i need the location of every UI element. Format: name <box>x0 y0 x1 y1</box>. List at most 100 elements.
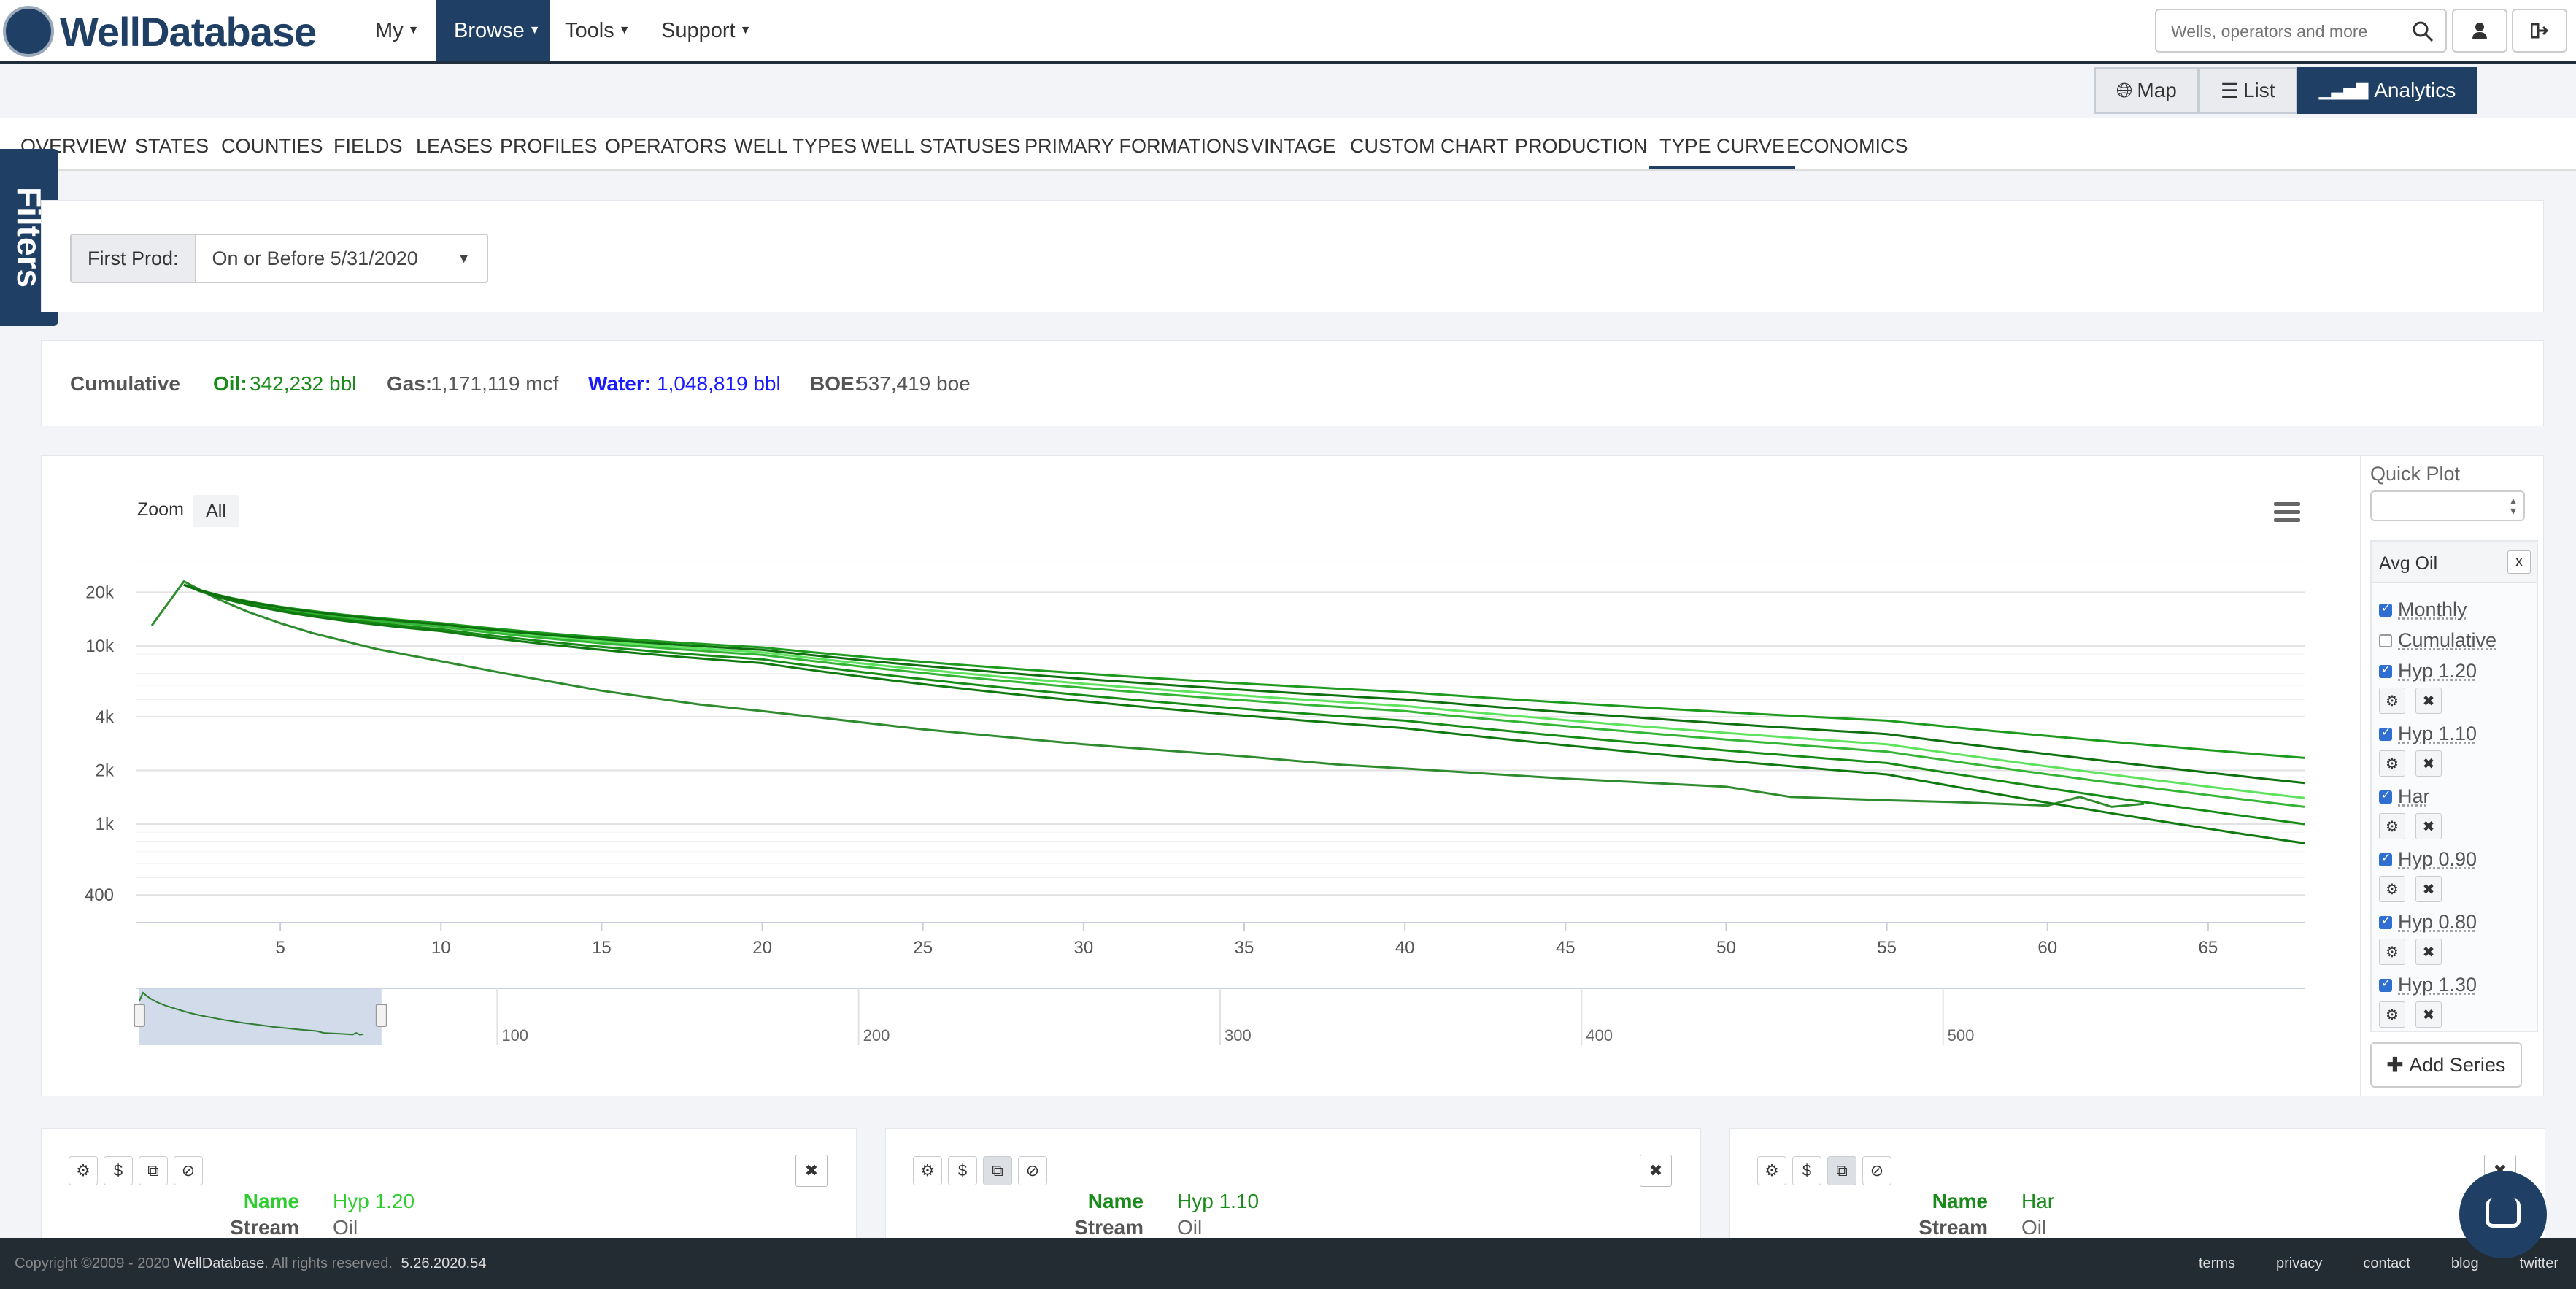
list-view-button[interactable]: ☰ List <box>2198 67 2297 114</box>
tab-fields[interactable]: FIELDS <box>333 118 403 169</box>
close-button[interactable]: ✖ <box>2415 750 2442 777</box>
curve-card-3 <box>1729 1128 2545 1253</box>
tab-states[interactable]: STATES <box>135 118 209 169</box>
curve-name-label: Name <box>1087 1190 1144 1212</box>
tab-well-types[interactable]: WELL TYPES <box>734 118 857 169</box>
eye-slash-button[interactable]: ⊘ <box>174 1156 203 1185</box>
series-option[interactable]: Cumulative <box>2379 629 2496 652</box>
nav-my[interactable]: My ▼ <box>358 0 437 61</box>
gear-button[interactable]: ⚙ <box>2379 939 2405 965</box>
gear-button[interactable]: ⚙ <box>69 1156 98 1185</box>
series-option[interactable]: Har <box>2379 785 2430 808</box>
close-button[interactable]: ✖ <box>2415 688 2442 714</box>
tab-leases[interactable]: LEASES <box>416 118 493 169</box>
type-curve-chart[interactable]: 400 1k 2k 4k 10k 20k 5 10 15 20 25 30 35 40 45 50 55 60 65… <box>41 461 2361 1060</box>
tab-counties[interactable]: COUNTIES <box>221 118 323 169</box>
series-checkbox[interactable] <box>2379 788 2392 804</box>
gear-button[interactable]: ⚙ <box>913 1156 942 1185</box>
tab-type-curve[interactable]: TYPE CURVE <box>1649 118 1796 169</box>
tab-profiles[interactable]: PROFILES <box>500 118 598 169</box>
gear-button[interactable]: ⚙ <box>2379 1001 2405 1028</box>
series-option-label: Hyp 1.30 <box>2398 974 2477 996</box>
series-option[interactable]: Monthly <box>2379 599 2467 621</box>
close-button[interactable]: ✖ <box>2415 876 2442 902</box>
copy-button[interactable]: ⧉ <box>1827 1156 1856 1185</box>
first-prod-filter[interactable]: First Prod: On or Before 5/31/2020 ▼ <box>70 234 488 283</box>
series-option[interactable]: Hyp 1.10 <box>2379 723 2477 745</box>
series-checkbox[interactable] <box>2379 850 2392 866</box>
gear-button[interactable]: ⚙ <box>2379 876 2405 902</box>
series-checkbox[interactable] <box>2379 976 2392 992</box>
copy-button[interactable]: ⧉ <box>983 1156 1012 1185</box>
add-series-button[interactable]: ✚ Add Series <box>2370 1042 2522 1088</box>
y-tick-label: 10k <box>85 636 115 656</box>
dollar-icon: $ <box>1802 1161 1812 1180</box>
footer-link-terms[interactable]: terms <box>2199 1255 2235 1272</box>
series-checkbox[interactable] <box>2379 634 2392 647</box>
series-option[interactable]: Hyp 0.90 <box>2379 848 2477 871</box>
series-checkbox[interactable] <box>2379 601 2392 617</box>
curve-stream-value: Oil <box>1177 1216 1203 1239</box>
series-option[interactable]: Hyp 0.80 <box>2379 911 2477 934</box>
series-checkbox[interactable] <box>2379 725 2392 741</box>
search-input[interactable] <box>2156 10 2413 53</box>
tab-economics[interactable]: ECONOMICS <box>1786 118 1908 169</box>
gear-button[interactable]: ⚙ <box>2379 750 2405 777</box>
dollar-icon: $ <box>113 1161 123 1180</box>
series-option[interactable]: Hyp 1.30 <box>2379 974 2477 996</box>
gear-button[interactable]: ⚙ <box>2379 813 2405 839</box>
logo[interactable]: WellDatabase <box>3 3 317 60</box>
search-icon[interactable] <box>2412 20 2434 47</box>
dollar-button[interactable]: $ <box>948 1156 977 1185</box>
close-button[interactable]: ✖ <box>2415 1001 2442 1028</box>
footer-link-contact[interactable]: contact <box>2363 1255 2410 1272</box>
updown-icon: ▴ ▾ <box>2510 495 2516 517</box>
eye-slash-button[interactable]: ⊘ <box>1018 1156 1047 1185</box>
close-icon: ✖ <box>2422 755 2435 772</box>
sign-out-button[interactable] <box>2512 9 2567 53</box>
footer-link-privacy[interactable]: privacy <box>2276 1255 2322 1272</box>
close-series-button[interactable]: x <box>2507 550 2531 574</box>
copy-button[interactable]: ⧉ <box>139 1156 168 1185</box>
chat-icon[interactable] <box>2459 1171 2547 1258</box>
close-icon: ✖ <box>2422 944 2435 961</box>
navigator-tick-label: 200 <box>863 1026 890 1044</box>
caret-down-icon: ▼ <box>457 250 471 266</box>
series-option[interactable]: Hyp 1.20 <box>2379 660 2477 682</box>
footer-link-blog[interactable]: blog <box>2451 1255 2479 1272</box>
series-checkbox[interactable] <box>2379 662 2392 678</box>
nav-support[interactable]: Support ▼ <box>644 0 768 61</box>
close-button[interactable]: ✖ <box>2415 813 2442 839</box>
x-tick-label: 30 <box>1074 938 1094 958</box>
remove-curve-button[interactable]: ✖ <box>795 1155 828 1187</box>
dollar-button[interactable]: $ <box>104 1156 133 1185</box>
brand-name: WellDatabase <box>60 8 317 55</box>
tab-primary-formations[interactable]: PRIMARY FORMATIONS <box>1025 118 1249 169</box>
tab-well-statuses[interactable]: WELL STATUSES <box>861 118 1021 169</box>
quick-plot-select[interactable]: ▴ ▾ <box>2370 490 2525 521</box>
eye-slash-button[interactable]: ⊘ <box>1862 1156 1891 1185</box>
x-tick-label: 60 <box>2037 938 2057 958</box>
globe-icon: 🌐︎ <box>2116 78 2133 101</box>
tab-production[interactable]: PRODUCTION <box>1515 118 1648 169</box>
gear-button[interactable]: ⚙ <box>1757 1156 1786 1185</box>
map-view-button[interactable]: 🌐︎ Map <box>2094 67 2199 114</box>
analytics-view-button[interactable]: ▁▃▅▇ Analytics <box>2297 67 2478 114</box>
series-checkbox[interactable] <box>2379 913 2392 929</box>
curve-card-1 <box>41 1128 857 1253</box>
oil-label: Oil: <box>213 372 247 395</box>
tab-operators[interactable]: OPERATORS <box>605 118 727 169</box>
filter-value-select[interactable]: On or Before 5/31/2020 ▼ <box>196 235 487 282</box>
close-button[interactable]: ✖ <box>2415 939 2442 965</box>
gear-icon: ⚙ <box>2386 693 2399 709</box>
gear-button[interactable]: ⚙ <box>2379 688 2405 714</box>
remove-curve-button[interactable]: ✖ <box>1640 1155 1672 1187</box>
tab-vintage[interactable]: VINTAGE <box>1251 118 1336 169</box>
footer-link-twitter[interactable]: twitter <box>2520 1255 2558 1272</box>
tab-custom-chart[interactable]: CUSTOM CHART <box>1350 118 1508 169</box>
user-button[interactable] <box>2452 9 2507 53</box>
nav-tools[interactable]: Tools ▼ <box>547 0 648 61</box>
gear-icon: ⚙ <box>2386 818 2399 835</box>
nav-browse[interactable]: Browse ▼ <box>436 0 550 61</box>
dollar-button[interactable]: $ <box>1792 1156 1821 1185</box>
